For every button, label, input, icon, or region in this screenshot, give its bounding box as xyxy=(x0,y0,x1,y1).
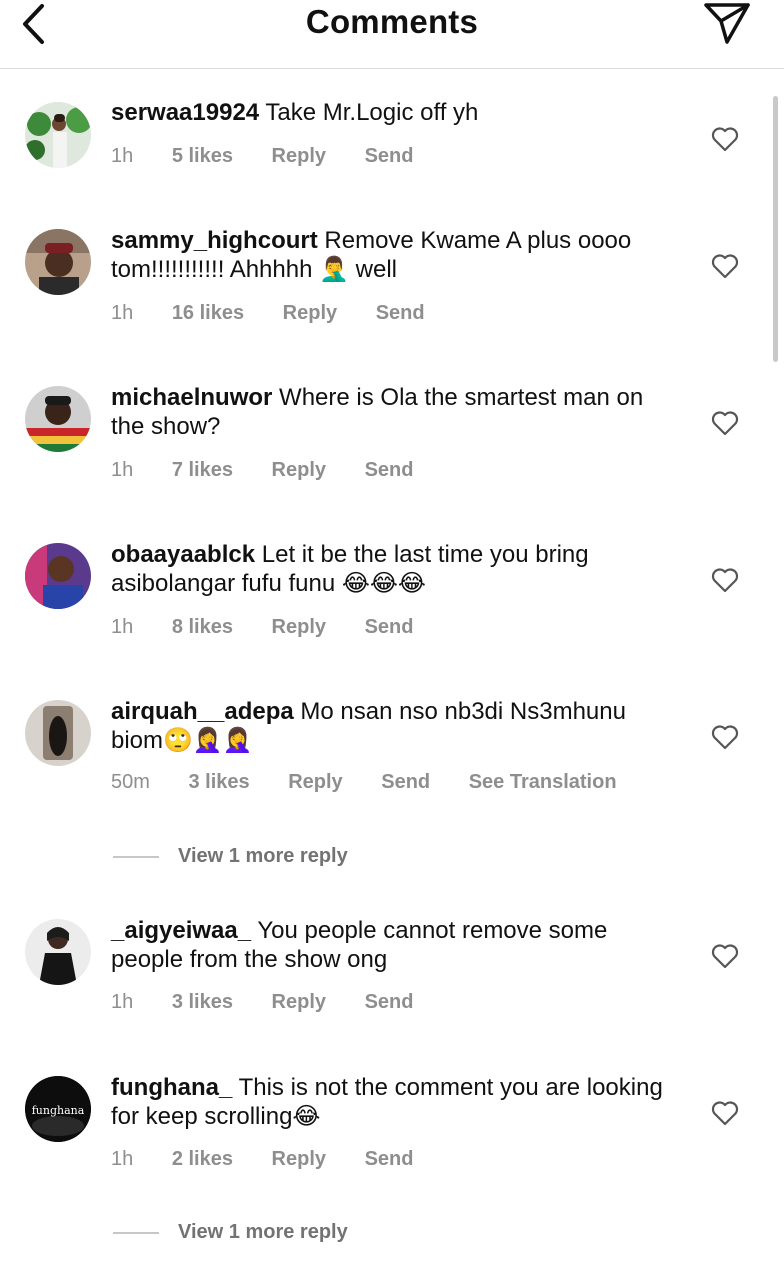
comments-screen: Comments serwaa19924 Take Mr.Logic off y xyxy=(0,0,784,1280)
comment-time: 1h xyxy=(111,616,134,638)
share-button[interactable] xyxy=(700,0,754,46)
comment-username[interactable]: obaayaablck xyxy=(111,541,255,568)
comment-meta: 1h 5 likes Reply Send xyxy=(111,143,446,169)
likes-count[interactable]: 16 likes xyxy=(172,302,244,324)
heart-icon[interactable] xyxy=(711,410,739,436)
avatar[interactable] xyxy=(25,229,91,295)
comment-text: airquah__adepa Mo nsan nso nb3di Ns3mhun… xyxy=(111,697,671,755)
view-more-replies-label[interactable]: View 1 more reply xyxy=(178,1221,348,1243)
comment-meta: 1h 16 likes Reply Send xyxy=(111,300,458,326)
comment-time: 1h xyxy=(111,991,134,1013)
comment-text: funghana_ This is not the comment you ar… xyxy=(111,1073,671,1131)
avatar[interactable]: funghana xyxy=(25,1076,91,1142)
comment-body: Take Mr.Logic off yh xyxy=(265,99,479,126)
send-button[interactable]: Send xyxy=(365,1148,414,1170)
reply-button[interactable]: Reply xyxy=(272,145,326,167)
avatar[interactable] xyxy=(25,919,91,985)
comment-time: 1h xyxy=(111,459,134,481)
reply-button[interactable]: Reply xyxy=(272,459,326,481)
view-more-replies-button[interactable]: View 1 more reply xyxy=(113,1219,348,1245)
heart-icon[interactable] xyxy=(711,943,739,969)
heart-icon[interactable] xyxy=(711,567,739,593)
see-translation-button[interactable]: See Translation xyxy=(469,771,617,793)
comment-text: obaayaablck Let it be the last time you … xyxy=(111,540,671,598)
reply-button[interactable]: Reply xyxy=(272,616,326,638)
avatar[interactable] xyxy=(25,102,91,168)
comment-text: serwaa19924 Take Mr.Logic off yh xyxy=(111,98,671,127)
comment-meta: 1h 7 likes Reply Send xyxy=(111,457,446,483)
reply-button[interactable]: Reply xyxy=(272,991,326,1013)
send-button[interactable]: Send xyxy=(376,302,425,324)
avatar[interactable] xyxy=(25,386,91,452)
comment-username[interactable]: sammy_highcourt xyxy=(111,227,318,254)
page-title: Comments xyxy=(305,3,479,40)
reply-button[interactable]: Reply xyxy=(272,1148,326,1170)
avatar[interactable] xyxy=(25,700,91,766)
reply-button[interactable]: Reply xyxy=(288,771,342,793)
heart-icon[interactable] xyxy=(711,1100,739,1126)
send-button[interactable]: Send xyxy=(365,991,414,1013)
comment-time: 1h xyxy=(111,145,134,167)
heart-icon[interactable] xyxy=(711,126,739,152)
header: Comments xyxy=(0,0,784,69)
comment-meta: 1h 3 likes Reply Send xyxy=(111,989,446,1015)
comment-meta: 1h 2 likes Reply Send xyxy=(111,1146,446,1172)
send-button[interactable]: Send xyxy=(381,771,430,793)
paper-plane-icon xyxy=(704,3,750,44)
view-more-replies-label[interactable]: View 1 more reply xyxy=(178,845,348,867)
likes-count[interactable]: 7 likes xyxy=(172,459,233,481)
comment-text: michaelnuwor Where is Ola the smartest m… xyxy=(111,383,671,441)
likes-count[interactable]: 3 likes xyxy=(188,771,249,793)
send-button[interactable]: Send xyxy=(365,616,414,638)
view-more-replies-button[interactable]: View 1 more reply xyxy=(113,843,348,869)
reply-divider-line xyxy=(113,1231,159,1234)
likes-count[interactable]: 3 likes xyxy=(172,991,233,1013)
scrollbar[interactable] xyxy=(773,96,778,362)
comment-time: 1h xyxy=(111,1148,134,1170)
comment-time: 50m xyxy=(111,771,150,793)
avatar-logo-text: funghana xyxy=(32,1104,85,1117)
reply-button[interactable]: Reply xyxy=(283,302,337,324)
likes-count[interactable]: 2 likes xyxy=(172,1148,233,1170)
comment-username[interactable]: funghana_ xyxy=(111,1074,232,1101)
avatar[interactable] xyxy=(25,543,91,609)
send-button[interactable]: Send xyxy=(365,145,414,167)
heart-icon[interactable] xyxy=(711,253,739,279)
comment-meta: 50m 3 likes Reply Send See Translation xyxy=(111,769,650,795)
comment-text: sammy_highcourt Remove Kwame A plus oooo… xyxy=(111,226,671,284)
comment-username[interactable]: airquah__adepa xyxy=(111,698,294,725)
comment-meta: 1h 8 likes Reply Send xyxy=(111,614,446,640)
send-button[interactable]: Send xyxy=(365,459,414,481)
likes-count[interactable]: 8 likes xyxy=(172,616,233,638)
heart-icon[interactable] xyxy=(711,724,739,750)
comment-time: 1h xyxy=(111,302,134,324)
likes-count[interactable]: 5 likes xyxy=(172,145,233,167)
reply-divider-line xyxy=(113,855,159,858)
comment-text: _aigyeiwaa_ You people cannot remove som… xyxy=(111,916,671,974)
comment-username[interactable]: serwaa19924 xyxy=(111,99,259,126)
comment-username[interactable]: _aigyeiwaa_ xyxy=(111,917,251,944)
comment-username[interactable]: michaelnuwor xyxy=(111,384,272,411)
